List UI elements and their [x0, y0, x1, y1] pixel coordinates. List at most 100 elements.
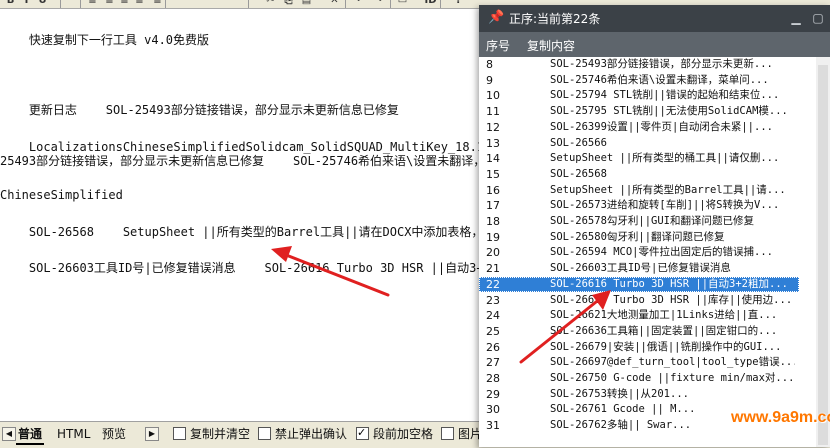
list-item[interactable]: 19 SOL-26580匈牙利||翻译问题已修复: [479, 230, 799, 245]
image-checkbox[interactable]: 图片: [441, 426, 482, 442]
list-item-content: SOL-25746希伯来语\设置未翻译，菜单问...: [550, 73, 769, 86]
toolbar-button[interactable]: ≡: [86, 0, 99, 8]
toolbar-button[interactable]: ≡: [151, 0, 164, 8]
list-item[interactable]: 8 SOL-25493部分链接错误，部分显示未更新...: [479, 57, 799, 72]
list-item-index: 19: [486, 230, 500, 244]
checkbox-label: 复制并清空: [190, 427, 251, 441]
checkbox-label: 禁止弹出确认: [275, 427, 348, 441]
list-item-index: 8: [486, 58, 493, 71]
checkbox-box[interactable]: [356, 425, 369, 441]
list-item-content: SOL-26697@def_turn_tool|tool_type错误...: [550, 356, 795, 369]
checkbox-box[interactable]: [173, 427, 186, 440]
column-header-index[interactable]: 序号: [486, 37, 510, 54]
list-item[interactable]: 12 SOL-26399设置||零件页|自动闭合未紧||...: [479, 120, 799, 135]
list-item[interactable]: 10 SOL-25794 STL铣削||错误的起始和结束位...: [479, 88, 799, 103]
list-item-content: SOL-26573进给和旋转[车削]||将S转换为V...: [550, 199, 780, 212]
list-item-index: 24: [486, 309, 500, 323]
pin-icon[interactable]: 📌: [488, 10, 504, 25]
list-item[interactable]: 29 SOL-26753转换||从201...: [479, 387, 799, 402]
list-item[interactable]: 27 SOL-26697@def_turn_tool|tool_type错误...: [479, 355, 799, 370]
toolbar-separator: [390, 0, 391, 8]
tab-html[interactable]: HTML: [55, 425, 92, 443]
list-item[interactable]: 28 SOL-26750 G-code ||fixture min/max对...: [479, 371, 799, 386]
editor-line: 更新日志 SOL-25493部分链接错误，部分显示未更新信息已修复: [0, 103, 399, 117]
toolbar-button[interactable]: ↶: [354, 0, 367, 8]
list-item[interactable]: 21 SOL-26603工具ID号|已修复错误消息: [479, 261, 799, 276]
list-item[interactable]: 20 SOL-26594 MCO|零件拉出固定后的错误捕...: [479, 245, 799, 260]
toolbar-button[interactable]: ▤: [300, 0, 313, 8]
tab-preview[interactable]: 预览: [100, 425, 128, 443]
minimize-icon[interactable]: ▁: [787, 9, 805, 27]
editor-line: ChineseSimplified: [0, 188, 123, 202]
toolbar-button[interactable]: ✂: [264, 0, 277, 8]
list-item[interactable]: 17 SOL-26573进给和旋转[车削]||将S转换为V...: [479, 198, 799, 213]
list-item[interactable]: 13 SOL-26566: [479, 136, 799, 151]
list-item-content: SOL-26617 Turbo 3D HSR ||库存||使用边...: [550, 293, 793, 306]
list-item-content: SetupSheet ||所有类型的Barrel工具||请...: [550, 183, 786, 196]
site-watermark: www.9a9m.com: [731, 409, 830, 426]
list-item-content: SOL-25794 STL铣削||错误的起始和结束位...: [550, 89, 780, 102]
copy-list-panel: 📌 正序:当前第22条 ▁ ▢ 序号 复制内容 31 SOL-26762多轴|| …: [479, 5, 830, 447]
list-item-index: 20: [486, 246, 500, 260]
editor-line: 25493部分链接错误，部分显示未更新信息已修复 SOL-25746希伯来语\设…: [0, 154, 522, 168]
scrollbar-thumb[interactable]: [818, 65, 828, 445]
toolbar-separator: [60, 0, 61, 8]
toolbar-button[interactable]: U: [36, 0, 49, 8]
tab-scroll-left-icon[interactable]: ◀: [2, 427, 16, 441]
maximize-icon[interactable]: ▢: [809, 9, 827, 27]
list-item-content: SOL-26753转换||从201...: [550, 387, 689, 400]
list-item-index: 14: [486, 152, 500, 166]
copy-list[interactable]: 31 SOL-26762多轴|| Swar... 30 SOL-26761 Gcode…: [479, 57, 830, 447]
toolbar-separator: [80, 0, 81, 8]
toolbar-button[interactable]: ⎘: [282, 0, 295, 8]
copy-and-clear-checkbox[interactable]: 复制并清空: [173, 426, 250, 442]
toolbar-button[interactable]: ≡: [133, 0, 146, 8]
list-item[interactable]: 26 SOL-26679|安装||俄语||铣削操作中的GUI...: [479, 340, 799, 355]
column-header-content[interactable]: 复制内容: [527, 37, 575, 54]
list-item[interactable]: 11 SOL-25795 STL铣削||无法使用SolidCAM模...: [479, 104, 799, 119]
list-item-index: 29: [486, 387, 500, 401]
toolbar-button[interactable]: I: [20, 0, 33, 8]
list-scrollbar[interactable]: [816, 57, 830, 447]
checkbox-box[interactable]: [441, 427, 454, 440]
toolbar-button[interactable]: ▭: [396, 0, 409, 8]
toolbar-button[interactable]: ID: [424, 0, 437, 8]
checkbox-label: 段前加空格: [373, 427, 434, 441]
toolbar-separator: [248, 0, 249, 8]
list-item[interactable]: 15 SOL-26568: [479, 167, 799, 182]
list-item[interactable]: 9 SOL-25746希伯来语\设置未翻译，菜单问...: [479, 73, 799, 88]
toolbar-button[interactable]: ≡: [103, 0, 116, 8]
list-item-index: 13: [486, 136, 500, 150]
list-item-index: 17: [486, 199, 500, 213]
list-item-index: 28: [486, 372, 500, 385]
toolbar-separator: [165, 0, 166, 8]
no-popup-confirm-checkbox[interactable]: 禁止弹出确认: [258, 426, 347, 442]
toolbar-button[interactable]: ≡: [118, 0, 131, 8]
tab-normal[interactable]: 普通: [16, 425, 45, 445]
list-item[interactable]: 24 SOL-26621大地测量加工|1Links进给||直...: [479, 308, 799, 323]
toolbar-button[interactable]: B: [4, 0, 17, 8]
list-item-index: 30: [486, 403, 500, 417]
list-item-selected[interactable]: 22 SOL-26616 Turbo 3D HSR ||自动3+2粗加...: [479, 276, 799, 292]
list-item-content: SOL-25493部分链接错误，部分显示未更新...: [550, 58, 773, 70]
list-item-content: SOL-26679|安装||俄语||铣削操作中的GUI...: [550, 340, 782, 353]
list-item[interactable]: 23 SOL-26617 Turbo 3D HSR ||库存||使用边...: [479, 293, 799, 308]
toolbar-separator: [440, 0, 441, 8]
list-item[interactable]: 14 SetupSheet ||所有类型的桶工具||请仅删...: [479, 151, 799, 166]
checkbox-box[interactable]: [258, 427, 271, 440]
list-item-content: SOL-26578勾牙利||GUI和翻译问题已修复: [550, 215, 755, 227]
editor-line: 快速复制下一行工具 v4.0免费版: [0, 33, 210, 47]
panel-title-bar[interactable]: 📌 正序:当前第22条 ▁ ▢: [479, 5, 830, 32]
list-item-content: SetupSheet ||所有类型的桶工具||请仅删...: [550, 152, 780, 165]
tab-scroll-right-icon[interactable]: ▶: [145, 427, 159, 441]
toolbar-button[interactable]: ✕: [328, 0, 341, 8]
list-item[interactable]: 16 SetupSheet ||所有类型的Barrel工具||请...: [479, 183, 799, 198]
space-before-paragraph-checkbox[interactable]: 段前加空格: [356, 425, 434, 442]
list-item[interactable]: 18 SOL-26578勾牙利||GUI和翻译问题已修复: [479, 214, 799, 229]
editor-line: SOL-26568 SetupSheet ||所有类型的Barrel工具||请在…: [0, 225, 535, 239]
toolbar-button[interactable]: ↷: [372, 0, 385, 8]
list-item[interactable]: 25 SOL-26636工具箱||固定装置||固定钳口的...: [479, 324, 799, 339]
list-item-content: SOL-26621大地测量加工|1Links进给||直...: [550, 309, 778, 322]
toolbar-button[interactable]: ?: [452, 0, 465, 8]
list-item-index: 15: [486, 167, 500, 181]
